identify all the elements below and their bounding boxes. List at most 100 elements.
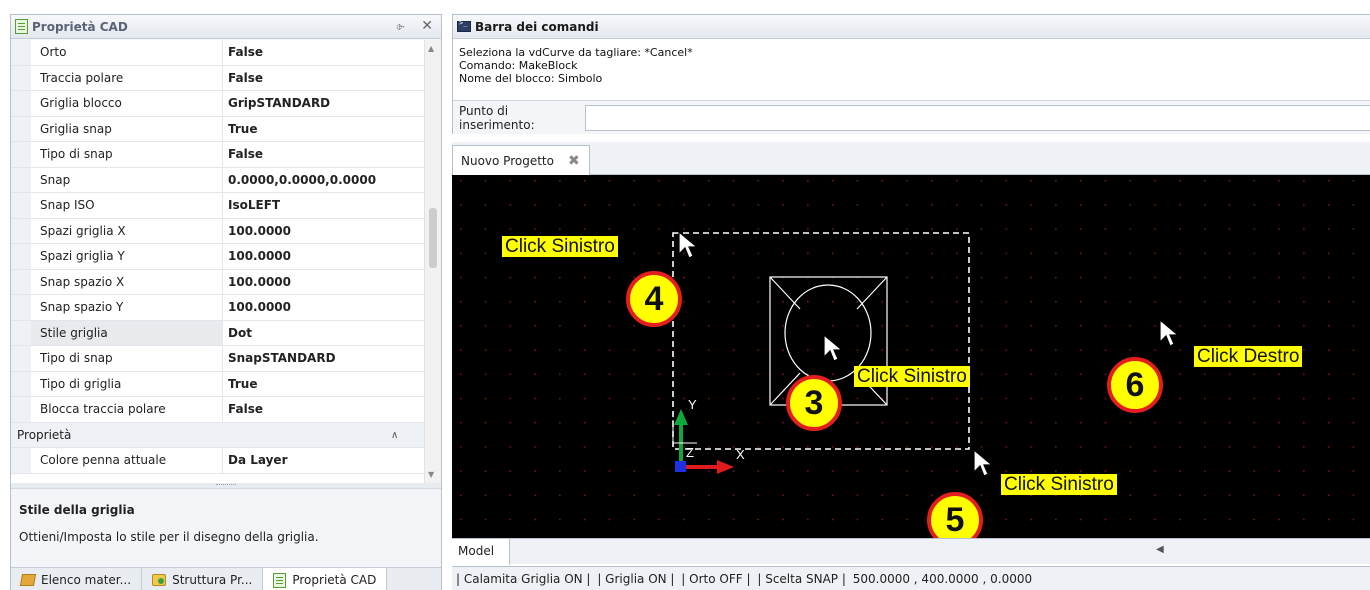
property-grid: Orto False Traccia polare False Griglia bl…	[11, 40, 441, 483]
pin-icon[interactable]: ⌱	[396, 20, 405, 34]
mouse-cursor-icon	[823, 333, 844, 362]
property-value[interactable]: True	[223, 117, 441, 142]
property-row-selected[interactable]: Stile griglia Dot	[11, 320, 441, 346]
property-value[interactable]: False	[223, 40, 441, 65]
property-value[interactable]: GripSTANDARD	[223, 91, 441, 116]
tab-model[interactable]: Model	[452, 539, 510, 565]
document-tab-strip: Nuovo Progetto ✖	[452, 142, 1370, 175]
property-row[interactable]: Snap ISO IsoLEFT	[11, 193, 441, 219]
history-line: Comando: MakeBlock	[459, 59, 578, 72]
tab-material-list[interactable]: Elenco mater...	[11, 568, 143, 590]
axis-x-label: X	[736, 447, 745, 462]
property-description: Stile della griglia Ottieni/Imposta lo s…	[11, 488, 441, 567]
property-grid-scrollbar[interactable]: ▲ ▼	[424, 40, 441, 483]
tab-cad-properties[interactable]: Proprietà CAD	[263, 568, 388, 590]
property-value[interactable]: 100.0000	[223, 219, 441, 244]
property-value[interactable]: 100.0000	[223, 244, 441, 269]
property-value[interactable]: False	[223, 66, 441, 91]
command-history: Seleziona la vdCurve da tagliare: *Cance…	[453, 39, 1370, 100]
drawing-canvas[interactable]: Y Z X Click Sinistro Click Sinistro Clic…	[452, 175, 1370, 538]
history-line: Nome del blocco: Simbolo	[459, 72, 603, 85]
property-name: Snap spazio X	[31, 269, 223, 294]
description-text: Ottieni/Imposta lo stile per il disegno …	[19, 530, 319, 544]
property-row[interactable]: Griglia blocco GripSTANDARD	[11, 91, 441, 117]
property-row[interactable]: Spazi griglia Y 100.0000	[11, 244, 441, 270]
book-icon	[19, 574, 37, 586]
property-value[interactable]: 100.0000	[223, 270, 441, 295]
property-name: Blocca traccia polare	[31, 397, 223, 422]
status-grid-magnet[interactable]: | Calamita Griglia ON |	[456, 572, 590, 586]
category-label: Proprietà	[17, 427, 72, 442]
property-row[interactable]: Traccia polare False	[11, 65, 441, 91]
status-grid[interactable]: | Griglia ON |	[597, 572, 674, 586]
property-name: Tipo di snap	[31, 142, 223, 167]
property-value[interactable]: False	[223, 397, 441, 422]
property-name: Colore penna attuale	[31, 448, 223, 473]
status-ortho[interactable]: | Orto OFF |	[681, 572, 750, 586]
step-badge: 4	[626, 271, 682, 327]
status-snap[interactable]: | Scelta SNAP |	[757, 572, 846, 586]
property-row[interactable]: Snap spazio X 100.0000	[11, 269, 441, 295]
tab-project-structure[interactable]: Struttura Pr...	[142, 568, 264, 590]
property-value[interactable]: Dot	[223, 321, 441, 346]
property-row[interactable]: Tipo di griglia True	[11, 371, 441, 397]
status-coordinates: 500.0000 , 400.0000 , 0.0000	[852, 572, 1033, 586]
property-name: Stile griglia	[31, 320, 223, 345]
property-name: Tipo di snap	[31, 346, 223, 371]
document-tab-label: Nuovo Progetto	[461, 153, 554, 168]
annotation-callout-right-click: Click Destro	[1194, 346, 1303, 367]
scroll-left-icon[interactable]: ◀	[1156, 544, 1164, 555]
property-row[interactable]: Orto False	[11, 40, 441, 66]
property-row[interactable]: Snap 0.0000,0.0000,0.0000	[11, 167, 441, 193]
property-row[interactable]: Spazi griglia X 100.0000	[11, 218, 441, 244]
property-value[interactable]: SnapSTANDARD	[223, 346, 441, 371]
property-value[interactable]: Da Layer	[223, 448, 441, 473]
annotation-callout-left-click: Click Sinistro	[854, 366, 970, 387]
step-badge: 3	[786, 375, 842, 431]
step-badge: 6	[1107, 357, 1163, 413]
properties-icon	[15, 19, 28, 34]
property-value[interactable]: 0.0000,0.0000,0.0000	[223, 168, 441, 193]
property-row[interactable]: Griglia snap True	[11, 116, 441, 142]
panel-tab-strip: Elenco mater... Struttura Pr... Propriet…	[11, 567, 441, 590]
scroll-up-icon[interactable]: ▲	[428, 44, 434, 53]
property-name: Snap ISO	[31, 193, 223, 218]
tab-label: Elenco mater...	[41, 573, 132, 587]
property-value[interactable]: False	[223, 142, 441, 167]
property-row[interactable]: Tipo di snap SnapSTANDARD	[11, 346, 441, 372]
property-row[interactable]: Colore penna attuale Da Layer	[11, 448, 441, 474]
category-row[interactable]: Proprietà ∧	[11, 422, 441, 448]
annotation-callout-left-click: Click Sinistro	[1001, 474, 1117, 495]
description-title: Stile della griglia	[19, 503, 135, 517]
property-name: Snap	[31, 167, 223, 192]
tab-new-project[interactable]: Nuovo Progetto ✖	[452, 145, 590, 175]
scrollbar-thumb[interactable]	[429, 208, 437, 268]
tab-label: Proprietà CAD	[292, 573, 377, 587]
scroll-down-icon[interactable]: ▼	[428, 470, 434, 479]
property-row[interactable]: Blocca traccia polare False	[11, 397, 441, 423]
collapse-icon[interactable]: ∧	[391, 423, 411, 448]
property-value[interactable]: 100.0000	[223, 295, 441, 320]
command-prompt-label: Punto di inserimento:	[459, 103, 535, 132]
axis-y-label: Y	[688, 397, 697, 412]
property-value[interactable]: True	[223, 372, 441, 397]
close-tab-icon[interactable]: ✖	[568, 153, 580, 169]
status-bar: | Calamita Griglia ON | | Griglia ON | |…	[452, 566, 1370, 590]
command-bar-title-bar: Barra dei comandi	[453, 15, 1370, 39]
property-name: Traccia polare	[31, 65, 223, 90]
tree-icon	[152, 574, 167, 586]
property-value[interactable]: IsoLEFT	[223, 193, 441, 218]
command-bar-title: Barra dei comandi	[475, 19, 599, 34]
mouse-cursor-icon	[1159, 318, 1180, 347]
mouse-cursor-icon	[678, 230, 699, 259]
command-input[interactable]	[585, 104, 1370, 131]
close-icon[interactable]: ✕	[421, 18, 433, 34]
property-name: Tipo di griglia	[31, 371, 223, 396]
property-row[interactable]: Tipo di snap False	[11, 142, 441, 168]
console-icon	[457, 19, 471, 32]
property-name: Griglia snap	[31, 116, 223, 141]
property-row[interactable]: Snap spazio Y 100.0000	[11, 295, 441, 321]
annotation-callout-left-click: Click Sinistro	[502, 236, 618, 257]
layout-tab-bar: Model ◀	[452, 538, 1370, 565]
property-name: Snap spazio Y	[31, 295, 223, 320]
